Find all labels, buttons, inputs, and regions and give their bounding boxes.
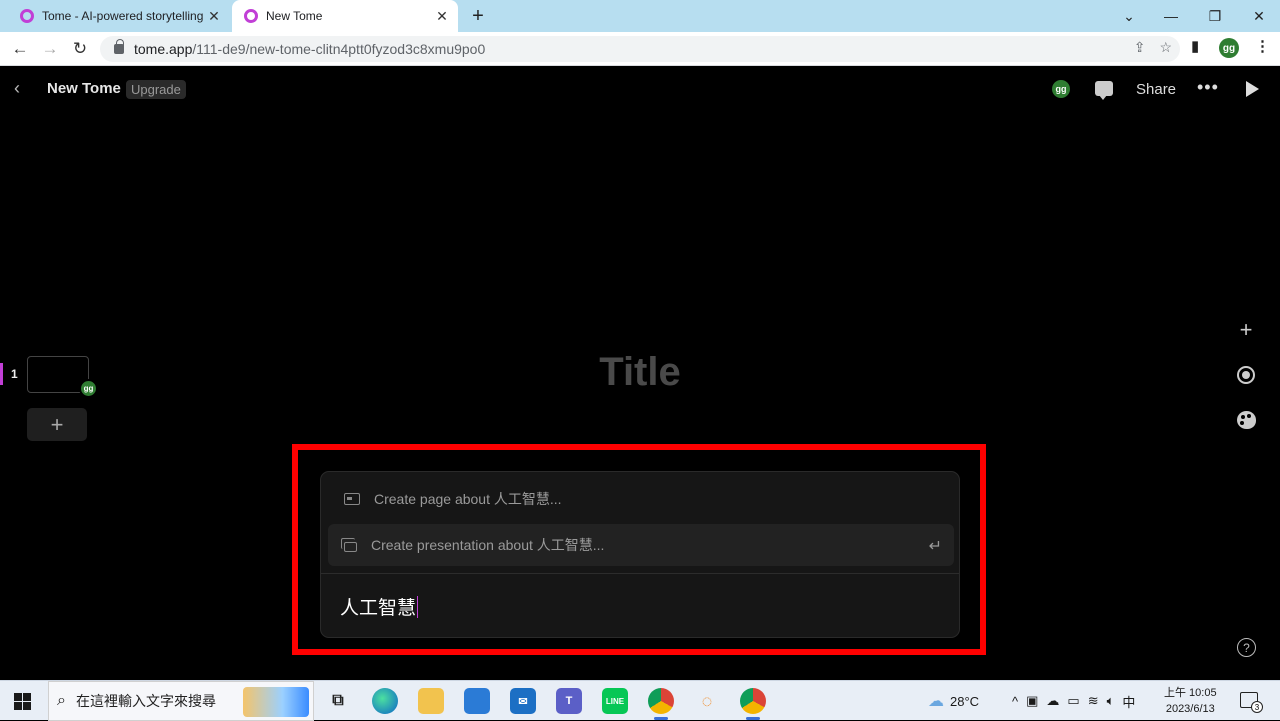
back-chevron-icon[interactable]: ‹ <box>14 78 20 99</box>
tab-title: Tome - AI-powered storytelling <box>42 9 204 23</box>
theme-palette-icon[interactable] <box>1234 408 1258 432</box>
notification-count: 3 <box>1251 701 1263 713</box>
present-play-icon[interactable] <box>1246 81 1259 97</box>
ime-indicator[interactable]: 中 <box>1122 692 1135 711</box>
app-header: ‹ New Tome Upgrade gg Share ••• <box>0 66 1280 112</box>
add-page-button[interactable]: + <box>27 408 87 441</box>
search-icon: ⌕ <box>57 692 66 709</box>
prompt-divider <box>321 573 959 574</box>
close-tab-icon[interactable]: ✕ <box>432 8 452 25</box>
cloud-icon: ☁ <box>928 693 944 710</box>
prompt-input[interactable]: 人工智慧 <box>340 593 419 620</box>
tome-favicon-icon <box>244 9 258 23</box>
browser-tab-active[interactable]: New Tome ✕ <box>232 0 458 32</box>
chrome-icon[interactable] <box>648 688 674 720</box>
battery-icon[interactable]: ▭ <box>1067 693 1079 709</box>
forward-arrow-icon[interactable]: → <box>38 37 62 61</box>
notification-icon[interactable]: 3 <box>1240 692 1263 713</box>
new-tab-button[interactable]: + <box>466 4 490 28</box>
reload-icon[interactable]: ↻ <box>68 37 92 61</box>
suggestion-label: Create presentation about 人工智慧... <box>371 537 605 553</box>
browser-menu-icon[interactable]: ⋮ <box>1255 37 1270 55</box>
windows-taskbar: ⌕ 在這裡輸入文字來搜尋 ⧉ ✉ T LINE ◌ ☁ 28°C ^ ▣ ☁ ▭… <box>0 680 1280 721</box>
onedrive-icon[interactable]: ☁ <box>1046 693 1059 709</box>
back-arrow-icon[interactable]: ← <box>8 37 32 61</box>
windows-start-icon[interactable] <box>14 693 31 710</box>
browser-toolbar: ← → ↻ tome.app/111-de9/new-tome-clitn4pt… <box>0 32 1280 66</box>
add-tile-icon[interactable]: + <box>1234 317 1258 342</box>
edge-icon[interactable] <box>372 688 398 714</box>
page-title-placeholder[interactable]: Title <box>560 350 720 395</box>
show-hidden-icons-icon[interactable]: ^ <box>1012 694 1018 709</box>
file-explorer-icon[interactable] <box>418 688 444 714</box>
system-clock[interactable]: 上午 10:05 2023/6/13 <box>1164 685 1217 717</box>
url-text: tome.app/111-de9/new-tome-clitn4ptt0fyzo… <box>134 41 486 57</box>
microsoft-store-icon[interactable] <box>464 688 490 714</box>
teams-icon[interactable]: T <box>556 688 582 714</box>
line-icon[interactable]: LINE <box>602 688 628 714</box>
lock-icon <box>114 39 124 54</box>
meet-icon[interactable]: ▣ <box>1026 693 1038 709</box>
weather-temp: 28°C <box>950 693 980 709</box>
suggestion-label: Create page about 人工智慧... <box>374 491 562 507</box>
page-icon <box>344 493 360 505</box>
close-tab-icon[interactable]: ✕ <box>204 8 224 25</box>
active-page-indicator <box>0 363 3 385</box>
ai-prompt-box: Create page about 人工智慧... Create present… <box>320 471 960 638</box>
browser-tab[interactable]: Tome - AI-powered storytelling ✕ <box>8 0 230 32</box>
wifi-icon[interactable]: ≋ <box>1088 693 1099 709</box>
presentation-icon <box>341 538 357 552</box>
profile-avatar-label: gg <box>1219 38 1239 58</box>
taskbar-search[interactable]: ⌕ 在這裡輸入文字來搜尋 <box>48 681 314 721</box>
enter-key-icon: ↵ <box>928 538 942 555</box>
record-icon[interactable] <box>1234 363 1258 387</box>
help-icon[interactable]: ? <box>1237 638 1256 657</box>
system-tray: ^ ▣ ☁ ▭ ≋ 🔈︎ 中 <box>1012 681 1135 721</box>
text-caret <box>417 596 419 618</box>
bookmark-star-icon[interactable]: ☆ <box>1159 39 1172 56</box>
share-page-icon[interactable]: ⇪ <box>1134 39 1146 56</box>
comment-icon[interactable] <box>1095 81 1113 100</box>
suggestion-create-presentation[interactable]: Create presentation about 人工智慧... ↵ <box>328 524 954 566</box>
profile-avatar[interactable]: gg <box>1219 38 1239 58</box>
restore-button[interactable]: ❐ <box>1194 0 1236 32</box>
mail-icon[interactable]: ✉ <box>510 688 536 714</box>
jupyter-icon[interactable]: ◌ <box>694 688 720 714</box>
page-editor-avatar: gg <box>79 379 98 398</box>
upgrade-badge[interactable]: Upgrade <box>126 80 186 99</box>
side-panel-icon[interactable]: ▮ <box>1191 37 1199 55</box>
chrome-profile-icon[interactable] <box>740 688 766 720</box>
taskbar-search-placeholder: 在這裡輸入文字來搜尋 <box>75 693 216 709</box>
suggestion-create-page[interactable]: Create page about 人工智慧... <box>328 478 954 520</box>
user-avatar[interactable]: gg <box>1052 80 1070 98</box>
tome-title[interactable]: New Tome <box>47 80 121 97</box>
clock-time: 上午 10:05 <box>1164 687 1217 699</box>
address-bar[interactable]: tome.app/111-de9/new-tome-clitn4ptt0fyzo… <box>100 36 1180 62</box>
search-highlight-art-icon <box>243 687 309 717</box>
browser-tab-strip: Tome - AI-powered storytelling ✕ New Tom… <box>0 0 1280 32</box>
clock-date: 2023/6/13 <box>1165 703 1215 715</box>
volume-icon[interactable]: 🔈︎ <box>1107 693 1115 709</box>
tome-favicon-icon <box>20 9 34 23</box>
share-button[interactable]: Share <box>1136 81 1176 98</box>
tab-search-icon[interactable]: ⌄ <box>1108 0 1150 32</box>
tab-title: New Tome <box>266 9 323 23</box>
task-view-icon[interactable]: ⧉ <box>325 688 351 714</box>
close-window-button[interactable]: ✕ <box>1238 0 1280 32</box>
more-options-icon[interactable]: ••• <box>1197 77 1219 98</box>
weather-widget[interactable]: ☁ 28°C <box>928 681 979 721</box>
minimize-button[interactable]: — <box>1150 0 1192 32</box>
page-number: 1 <box>11 367 18 381</box>
